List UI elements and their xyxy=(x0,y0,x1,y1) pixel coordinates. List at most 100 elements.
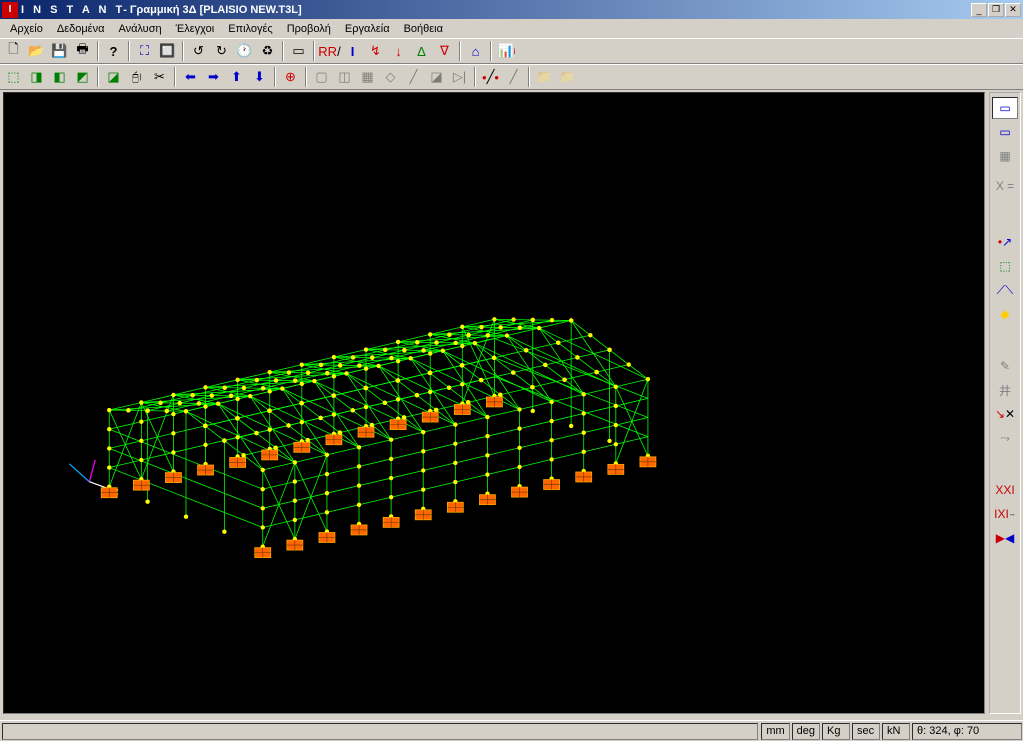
section-button[interactable]: I xyxy=(341,40,364,62)
close-button[interactable]: ✕ xyxy=(1005,3,1021,17)
separator xyxy=(174,67,176,87)
rotate-ccw-button[interactable]: ↺ xyxy=(187,40,210,62)
help-button[interactable]: ? xyxy=(102,40,125,62)
panel-link-tool[interactable]: ⟋⟍ xyxy=(992,279,1018,301)
rotate-cw-button[interactable]: ↻ xyxy=(210,40,233,62)
separator xyxy=(128,41,130,61)
clock-button[interactable]: 🕐 xyxy=(233,40,256,62)
wireframe-model: z xyxy=(4,93,984,713)
draw-line-button[interactable]: •╱• xyxy=(479,66,502,88)
menu-data[interactable]: Δεδομένα xyxy=(51,21,111,37)
view-side-button[interactable]: ◩ xyxy=(71,66,94,88)
arrow-up-button[interactable]: ⬆ xyxy=(225,66,248,88)
load-4-button[interactable]: ∇ xyxy=(433,40,456,62)
viewport-3d[interactable]: z xyxy=(3,92,985,714)
zoom-window-button[interactable]: 🔲 xyxy=(156,40,179,62)
select-button[interactable]: 🖯| xyxy=(125,66,148,88)
document-title: - Γραμμική 3Δ [PLAISIO NEW.T3L] xyxy=(123,4,301,16)
shape-button[interactable]: ▭ xyxy=(287,40,310,62)
target-button[interactable]: ⊕ xyxy=(279,66,302,88)
panel-mirror-tool[interactable]: ▶◀ xyxy=(992,527,1018,549)
toolbar-row-2: ⬚ ◨ ◧ ◩ ◪ 🖯| ✂ ⬅ ➡ ⬆ ⬇ ⊕ ▢ ◫ ▦ ◇ ╱ ◪ ▷| … xyxy=(0,64,1023,90)
dim-box2-button: ◫ xyxy=(333,66,356,88)
menu-view[interactable]: Προβολή xyxy=(281,21,337,37)
dim-node-button: ◇ xyxy=(379,66,402,88)
panel-erase-tool[interactable]: ◆ xyxy=(992,303,1018,325)
arrow-right-button[interactable]: ➡ xyxy=(202,66,225,88)
menu-options[interactable]: Επιλογές xyxy=(222,21,279,37)
app-title: I N S T A N T xyxy=(21,4,125,16)
panel-frame-mode-1[interactable]: XXI xyxy=(992,479,1018,501)
minimize-button[interactable]: _ xyxy=(971,3,987,17)
view-top-button[interactable]: ◨ xyxy=(25,66,48,88)
menu-checks[interactable]: Έλεγχοι xyxy=(170,21,221,37)
dim-box1-button: ▢ xyxy=(310,66,333,88)
menu-file[interactable]: Αρχείο xyxy=(4,21,49,37)
separator xyxy=(305,67,307,87)
structure-button[interactable]: ⌂ xyxy=(464,40,487,62)
panel-dim-tool: ⤳ xyxy=(992,427,1018,449)
toolbar-row-1: 🗋 📂 💾 🖶 ? ⛶ 🔲 ↺ ↻ 🕐 ♻ ▭ RR/ I ↯ ↓ Δ ∇ ⌂ … xyxy=(0,38,1023,64)
dim-draw-button: ╱ xyxy=(502,66,525,88)
status-message xyxy=(2,723,758,740)
restore-button[interactable]: ❐ xyxy=(988,3,1004,17)
view-iso-button[interactable]: ⬚ xyxy=(2,66,25,88)
panel-btn-1[interactable]: ▭ xyxy=(992,97,1018,119)
dim-cube-button: ◪ xyxy=(425,66,448,88)
load-1-button[interactable]: ↯ xyxy=(364,40,387,62)
zoom-fit-button[interactable]: ⛶ xyxy=(133,40,156,62)
dim-grid-button: ▦ xyxy=(356,66,379,88)
panel-btn-3[interactable]: ▦ xyxy=(992,145,1018,167)
menubar: Αρχείο Δεδομένα Ανάλυση Έλεγχοι Επιλογές… xyxy=(0,19,1023,38)
status-unit-mass: Kg xyxy=(822,723,850,740)
statusbar: mm deg Kg sec kN θ: 324, φ: 70 xyxy=(0,720,1023,741)
panel-frame-mode-2[interactable]: IXI↔ xyxy=(992,503,1018,525)
separator xyxy=(97,67,99,87)
separator xyxy=(528,67,530,87)
dim-line-button: ╱ xyxy=(402,66,425,88)
dim-folder1-button: 📁 xyxy=(533,66,556,88)
save-file-button[interactable]: 💾 xyxy=(48,40,71,62)
titlebar: I I N S T A N T - Γραμμική 3Δ [PLAISIO N… xyxy=(0,0,1023,19)
app-icon: I xyxy=(2,2,18,18)
menu-help[interactable]: Βοήθεια xyxy=(398,21,449,37)
separator xyxy=(97,41,99,61)
status-unit-angle: deg xyxy=(792,723,820,740)
separator xyxy=(282,41,284,61)
cube-button[interactable]: ◪ xyxy=(102,66,125,88)
view-front-button[interactable]: ◧ xyxy=(48,66,71,88)
new-file-button[interactable]: 🗋 xyxy=(2,40,25,62)
panel-x-equals[interactable]: X = xyxy=(992,175,1018,197)
panel-btn-2[interactable]: ▭ xyxy=(992,121,1018,143)
panel-grid-tool: 井 xyxy=(992,379,1018,401)
right-panel: ▭ ▭ ▦ X = •↗ ⬚ ⟋⟍ ◆ ✎ 井 ↘✕ ⤳ XXI IXI↔ ▶◀ xyxy=(989,92,1021,714)
separator xyxy=(474,67,476,87)
menu-tools[interactable]: Εργαλεία xyxy=(339,21,396,37)
panel-frame-tool[interactable]: ⬚ xyxy=(992,255,1018,277)
separator xyxy=(274,67,276,87)
chart-button[interactable]: 📊i xyxy=(495,40,518,62)
print-button[interactable]: 🖶 xyxy=(71,40,94,62)
load-2-button[interactable]: ↓ xyxy=(387,40,410,62)
panel-measure-tool[interactable]: ↘✕ xyxy=(992,403,1018,425)
frame-button[interactable]: RR/ xyxy=(318,40,341,62)
dim-folder2-button: 📁 xyxy=(556,66,579,88)
status-unit-length: mm xyxy=(761,723,789,740)
load-3-button[interactable]: Δ xyxy=(410,40,433,62)
status-unit-force: kN xyxy=(882,723,910,740)
dim-play-button: ▷| xyxy=(448,66,471,88)
cut-button[interactable]: ✂ xyxy=(148,66,171,88)
menu-analysis[interactable]: Ανάλυση xyxy=(112,21,167,37)
status-unit-time: sec xyxy=(852,723,880,740)
status-view-angles: θ: 324, φ: 70 xyxy=(912,723,1022,740)
window-controls: _ ❐ ✕ xyxy=(971,3,1021,17)
panel-edit-tool: ✎ xyxy=(992,355,1018,377)
refresh-button[interactable]: ♻ xyxy=(256,40,279,62)
separator xyxy=(459,41,461,61)
open-file-button[interactable]: 📂 xyxy=(25,40,48,62)
separator xyxy=(490,41,492,61)
arrow-left-button[interactable]: ⬅ xyxy=(179,66,202,88)
arrow-down-button[interactable]: ⬇ xyxy=(248,66,271,88)
panel-node-tool[interactable]: •↗ xyxy=(992,231,1018,253)
separator xyxy=(182,41,184,61)
